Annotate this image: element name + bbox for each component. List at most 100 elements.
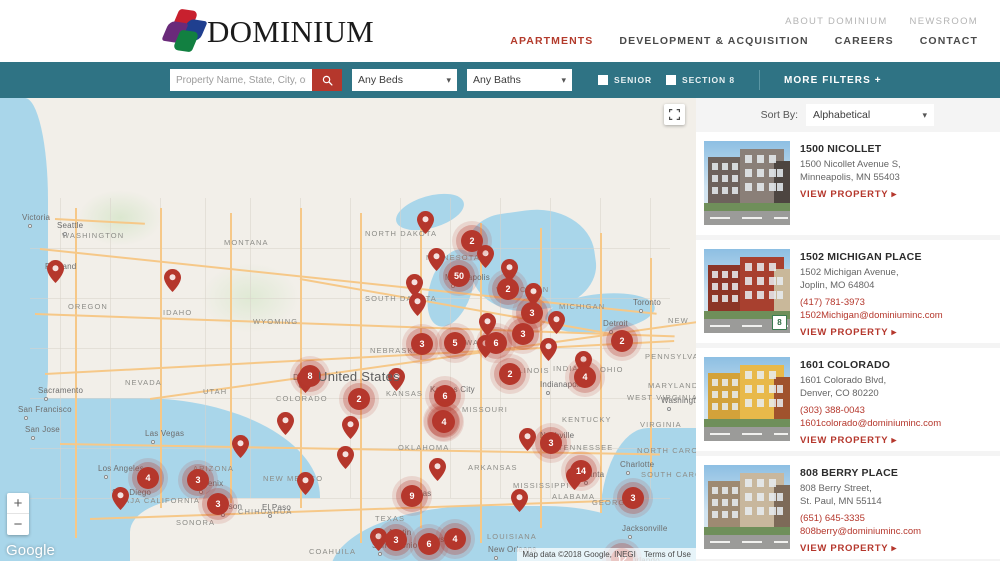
beds-select-value: Any Beds bbox=[358, 74, 403, 86]
map-property-pin[interactable] bbox=[337, 446, 354, 469]
property-card[interactable]: 1500 NICOLLET 1500 Nicollet Avenue S, Minn… bbox=[696, 132, 1000, 235]
map-road bbox=[300, 208, 302, 508]
map-cluster-marker[interactable]: 2 bbox=[461, 230, 483, 252]
search-icon bbox=[322, 75, 333, 86]
sort-by-select[interactable]: Alphabetical ▾ bbox=[806, 104, 934, 126]
property-list: 1500 NICOLLET 1500 Nicollet Avenue S, Minn… bbox=[696, 132, 1000, 559]
map-cluster-marker[interactable]: 2 bbox=[499, 363, 521, 385]
map-property-pin[interactable] bbox=[540, 338, 557, 361]
nav-careers[interactable]: CAREERS bbox=[835, 35, 894, 47]
property-card[interactable]: 8 1502 MICHIGAN PLACE 1502 Michigan Avenue… bbox=[696, 240, 1000, 343]
baths-select[interactable]: Any Baths ▾ bbox=[467, 69, 572, 91]
map-cluster-marker[interactable]: 6 bbox=[434, 385, 456, 407]
map-cluster-marker[interactable]: 14 bbox=[570, 460, 592, 482]
content-area: WASHINGTON OREGON MONTANA IDAHO WYOMING NEVAD… bbox=[0, 98, 1000, 561]
map-terms-of-use-link[interactable]: Terms of Use bbox=[644, 550, 691, 559]
property-phone[interactable]: (651) 645-3335 bbox=[800, 512, 992, 525]
map-state-line bbox=[30, 298, 670, 299]
map-cluster-marker[interactable]: 6 bbox=[485, 332, 507, 354]
property-thumbnail[interactable] bbox=[704, 465, 790, 549]
search-button[interactable] bbox=[312, 69, 342, 91]
senior-checkbox[interactable]: SENIOR bbox=[598, 75, 652, 85]
nav-apartments[interactable]: APARTMENTS bbox=[510, 35, 593, 47]
chevron-down-icon: ▾ bbox=[446, 74, 451, 85]
map-property-pin[interactable] bbox=[297, 472, 314, 495]
map-city-dot bbox=[639, 309, 643, 313]
map-cluster-marker[interactable]: 3 bbox=[540, 432, 562, 454]
property-thumbnail[interactable] bbox=[704, 357, 790, 441]
view-property-link[interactable]: VIEW PROPERTY ▸ bbox=[800, 435, 897, 446]
map-property-pin[interactable] bbox=[511, 489, 528, 512]
map-cluster-marker[interactable]: 50 bbox=[448, 265, 470, 287]
map-cluster-marker[interactable]: 3 bbox=[385, 529, 407, 551]
map-property-pin[interactable] bbox=[388, 368, 405, 391]
map-cluster-marker[interactable]: 4 bbox=[433, 411, 455, 433]
view-property-link[interactable]: VIEW PROPERTY ▸ bbox=[800, 543, 897, 554]
map-cluster-marker[interactable]: 4 bbox=[574, 366, 596, 388]
map-property-pin[interactable] bbox=[47, 260, 64, 283]
nav-development-acquisition[interactable]: DEVELOPMENT & ACQUISITION bbox=[619, 35, 808, 47]
google-logo: Google bbox=[6, 542, 55, 559]
nav-newsroom[interactable]: NEWSROOM bbox=[910, 16, 978, 27]
map-fullscreen-button[interactable] bbox=[664, 104, 685, 125]
map-cluster-marker[interactable]: 3 bbox=[521, 302, 543, 324]
section8-checkbox[interactable]: SECTION 8 bbox=[666, 75, 735, 85]
map-property-pin[interactable] bbox=[232, 435, 249, 458]
map-cluster-marker[interactable]: 3 bbox=[411, 333, 433, 355]
map-property-pin[interactable] bbox=[112, 487, 129, 510]
map-city-dot bbox=[584, 481, 588, 485]
map-cluster-marker[interactable]: 4 bbox=[137, 467, 159, 489]
property-thumbnail[interactable]: 8 bbox=[704, 249, 790, 333]
more-filters-button[interactable]: MORE FILTERS + bbox=[784, 75, 882, 86]
map-cluster-marker[interactable]: 8 bbox=[299, 365, 321, 387]
map-cluster-marker[interactable]: 3 bbox=[207, 493, 229, 515]
section8-checkbox-label: SECTION 8 bbox=[682, 75, 735, 85]
property-email[interactable]: 808berry@dominiuminc.com bbox=[800, 525, 992, 538]
map-city-dot bbox=[28, 224, 32, 228]
map-cluster-marker[interactable]: 2 bbox=[348, 388, 370, 410]
map-zoom-in-button[interactable]: + bbox=[7, 493, 29, 514]
map-cluster-marker[interactable]: 2 bbox=[497, 278, 519, 300]
map-cluster-marker[interactable]: 2 bbox=[611, 330, 633, 352]
view-property-link[interactable]: VIEW PROPERTY ▸ bbox=[800, 327, 897, 338]
property-card[interactable]: 808 BERRY PLACE 808 Berry Street, St. Paul… bbox=[696, 456, 1000, 559]
property-phone[interactable]: (303) 388-0043 bbox=[800, 404, 992, 417]
map-cluster-marker[interactable]: 4 bbox=[444, 528, 466, 550]
map-road bbox=[160, 208, 162, 508]
map-property-pin[interactable] bbox=[342, 416, 359, 439]
map-cluster-marker[interactable]: 3 bbox=[512, 323, 534, 345]
map-property-pin[interactable] bbox=[519, 428, 536, 451]
nav-about-dominium[interactable]: ABOUT DOMINIUM bbox=[785, 16, 887, 27]
map-road bbox=[650, 258, 652, 478]
property-email[interactable]: 1502Michigan@dominiuminc.com bbox=[800, 309, 992, 322]
map-property-pin[interactable] bbox=[428, 248, 445, 271]
search-input[interactable] bbox=[170, 69, 312, 91]
nav-contact[interactable]: CONTACT bbox=[920, 35, 978, 47]
map-canvas[interactable]: WASHINGTON OREGON MONTANA IDAHO WYOMING NEVAD… bbox=[0, 98, 696, 561]
map-property-pin[interactable] bbox=[548, 311, 565, 334]
map-cluster-marker[interactable]: 9 bbox=[401, 485, 423, 507]
map-property-pin[interactable] bbox=[164, 269, 181, 292]
map-cluster-marker[interactable]: 6 bbox=[418, 533, 440, 555]
map-zoom-out-button[interactable]: − bbox=[7, 514, 29, 535]
beds-select[interactable]: Any Beds ▾ bbox=[352, 69, 457, 91]
map-cluster-marker[interactable]: 3 bbox=[622, 487, 644, 509]
map-cluster-marker[interactable]: 5 bbox=[444, 332, 466, 354]
property-email[interactable]: 1601colorado@dominiuminc.com bbox=[800, 417, 992, 430]
map-property-pin[interactable] bbox=[429, 458, 446, 481]
view-property-link[interactable]: VIEW PROPERTY ▸ bbox=[800, 189, 897, 200]
results-panel[interactable]: Sort By: Alphabetical ▾ 1500 NICOLLET 150… bbox=[696, 98, 1000, 561]
map-property-pin[interactable] bbox=[417, 211, 434, 234]
chevron-down-icon: ▾ bbox=[561, 74, 566, 85]
map-property-pin[interactable] bbox=[277, 412, 294, 435]
map-road bbox=[540, 228, 542, 528]
map-road bbox=[360, 213, 362, 543]
property-contact: (417) 781-3973 1502Michigan@dominiuminc.c… bbox=[800, 296, 992, 322]
map-property-pin[interactable] bbox=[409, 293, 426, 316]
property-thumbnail[interactable] bbox=[704, 141, 790, 225]
site-logo[interactable]: DOMINIUM bbox=[161, 8, 374, 53]
map-cluster-marker[interactable]: 3 bbox=[187, 469, 209, 491]
sort-by-value: Alphabetical bbox=[813, 109, 871, 121]
property-card[interactable]: 1601 COLORADO 1601 Colorado Blvd, Denver, … bbox=[696, 348, 1000, 451]
property-phone[interactable]: (417) 781-3973 bbox=[800, 296, 992, 309]
